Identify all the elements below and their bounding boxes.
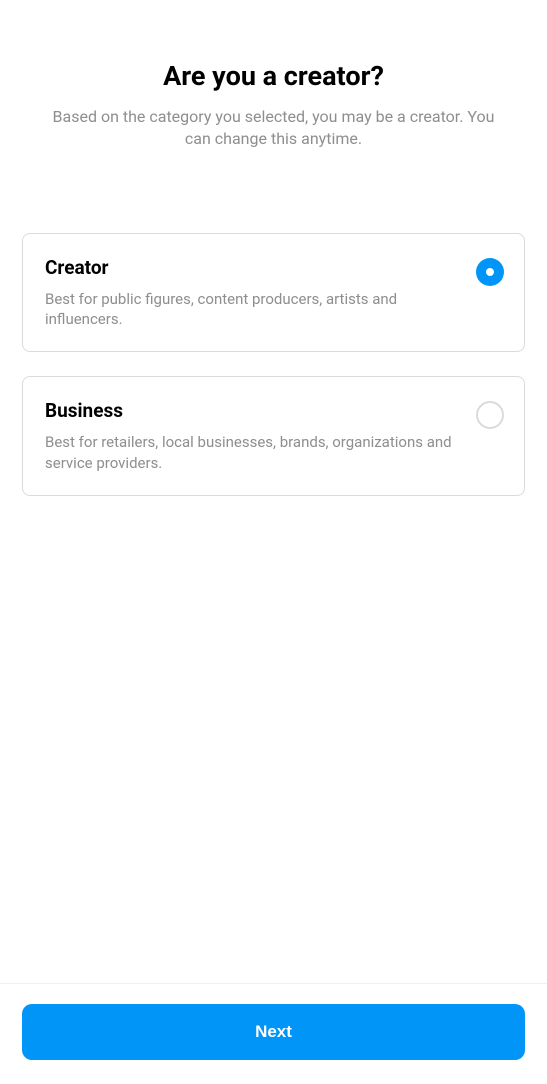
option-business-text: Business Best for retailers, local busin… (45, 399, 476, 473)
page-subtitle: Based on the category you selected, you … (52, 106, 495, 151)
radio-creator-selected-icon (476, 258, 504, 286)
option-creator[interactable]: Creator Best for public figures, content… (22, 233, 525, 353)
footer-section: Next (0, 983, 547, 1084)
option-business-description: Best for retailers, local businesses, br… (45, 432, 460, 473)
option-business-title: Business (45, 399, 460, 422)
header-section: Are you a creator? Based on the category… (22, 60, 525, 151)
page-title: Are you a creator? (52, 60, 495, 92)
next-button[interactable]: Next (22, 1004, 525, 1060)
option-creator-text: Creator Best for public figures, content… (45, 256, 476, 330)
option-business[interactable]: Business Best for retailers, local busin… (22, 376, 525, 496)
option-creator-description: Best for public figures, content produce… (45, 289, 460, 330)
option-creator-title: Creator (45, 256, 460, 279)
options-list: Creator Best for public figures, content… (22, 233, 525, 496)
radio-business-unselected-icon (476, 401, 504, 429)
